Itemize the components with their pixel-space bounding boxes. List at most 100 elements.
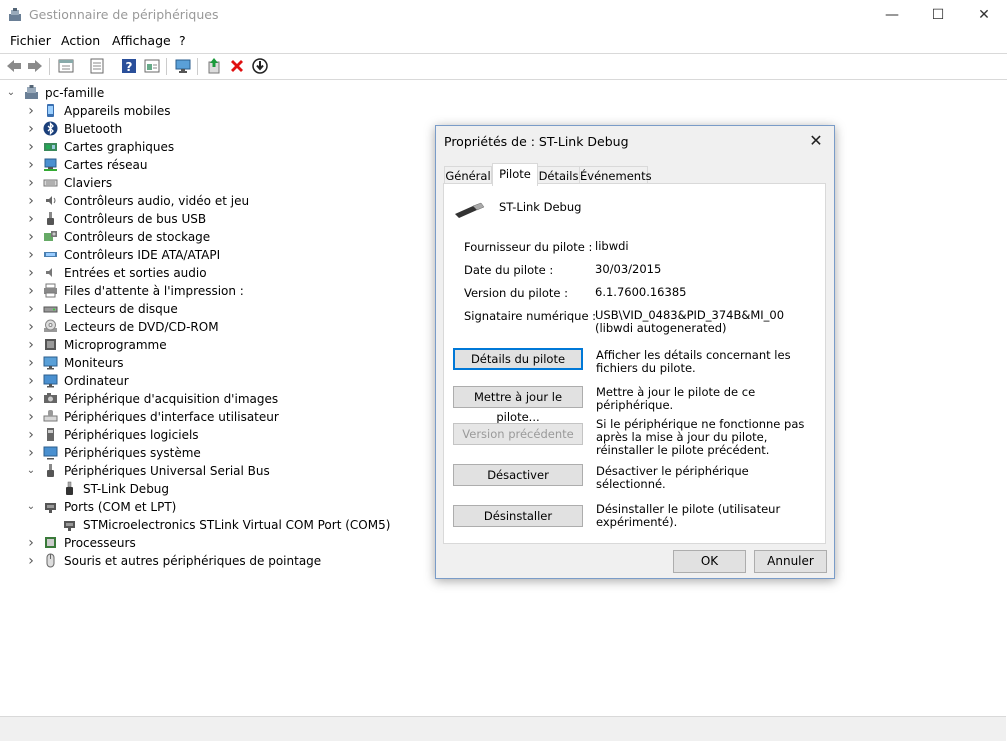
tree-item[interactable]: › Cartes graphiques [0,138,420,156]
tree-item[interactable]: › Contrôleurs audio, vidéo et jeu [0,192,420,210]
ok-button[interactable]: OK [673,550,746,573]
chevron-right-icon[interactable]: › [26,246,36,264]
menu-fichier[interactable]: Fichier [10,33,51,48]
network-adapter-icon [44,158,57,171]
chevron-right-icon[interactable]: › [26,138,36,156]
close-window-button[interactable]: ✕ [961,0,1007,30]
view-icon[interactable] [143,57,161,75]
chevron-right-icon[interactable]: › [26,552,36,570]
driver-details-button[interactable]: Détails du pilote [453,348,583,370]
chevron-right-icon[interactable]: › [26,210,36,228]
tree-item[interactable]: › Microprogramme [0,336,420,354]
chevron-right-icon[interactable]: › [26,372,36,390]
tree-item[interactable]: › Contrôleurs de stockage [0,228,420,246]
driver-version-label: Version du pilote : [464,286,569,300]
chevron-right-icon[interactable]: › [26,336,36,354]
chevron-right-icon[interactable]: › [26,354,36,372]
tree-item[interactable]: › Entrées et sorties audio [0,264,420,282]
tree-item[interactable]: › Périphériques système [0,444,420,462]
menu-action[interactable]: Action [61,33,100,48]
chevron-right-icon[interactable]: › [26,228,36,246]
tree-item[interactable]: › Cartes réseau [0,156,420,174]
chevron-right-icon[interactable]: › [26,534,36,552]
tree-item[interactable]: › Contrôleurs de bus USB [0,210,420,228]
remove-icon[interactable] [228,57,246,75]
chevron-right-icon[interactable]: › [26,282,36,300]
tree-root[interactable]: ⌄ pc-famille [0,84,300,102]
tree-item[interactable]: › Bluetooth [0,120,420,138]
tree-item[interactable]: › Souris et autres périphériques de point… [0,552,420,570]
monitor-icon[interactable] [174,57,192,75]
tree-item[interactable]: ⌄ Périphériques Universal Serial Bus [0,462,420,480]
tree-item-label: Contrôleurs de stockage [64,230,211,244]
usb-device-icon [47,464,54,477]
tree-item[interactable]: › Périphériques d'interface utilisateur [0,408,420,426]
tree-item-label: Cartes réseau [64,158,148,172]
properties-icon[interactable] [57,57,75,75]
menu-affichage[interactable]: Affichage [112,33,171,48]
chevron-right-icon[interactable]: › [26,426,36,444]
disable-device-button[interactable]: Désactiver [453,464,583,486]
chevron-down-icon[interactable]: ⌄ [26,498,36,516]
chevron-down-icon[interactable]: ⌄ [26,462,36,480]
tree-item[interactable]: › Périphérique d'acquisition d'images [0,390,420,408]
chevron-right-icon[interactable]: › [26,300,36,318]
tree-item-label: ST-Link Debug [83,482,170,496]
tree-item[interactable]: › Appareils mobiles [0,102,420,120]
update-driver-icon[interactable] [205,57,223,75]
tree-item-label: Cartes graphiques [64,140,175,154]
tree-item[interactable]: › Processeurs [0,534,420,552]
dialog-close-button[interactable]: ✕ [805,130,827,152]
tree-item[interactable]: › Périphériques logiciels [0,426,420,444]
tab-pilote[interactable]: Pilote [492,163,538,186]
chevron-right-icon[interactable]: › [26,102,36,120]
toolbar-separator [197,58,198,75]
dialog-title: Propriétés de : ST-Link Debug [444,134,629,149]
tree-item[interactable]: › Lecteurs de DVD/CD-ROM [0,318,420,336]
tree-item[interactable]: › Files d'attente à l'impression : [0,282,420,300]
tree-item[interactable]: ST-Link Debug [0,480,420,498]
driver-date-label: Date du pilote : [464,263,554,277]
tree-item[interactable]: › Lecteurs de disque [0,300,420,318]
processor-icon [45,537,56,548]
chevron-right-icon[interactable]: › [26,120,36,138]
device-name: ST-Link Debug [499,200,582,214]
toolbar-separator [166,58,167,75]
chevron-right-icon[interactable]: › [26,318,36,336]
chevron-right-icon[interactable]: › [26,390,36,408]
driver-panel: ST-Link Debug Fournisseur du pilote : li… [443,183,826,544]
minimize-button[interactable]: — [869,0,915,30]
download-icon[interactable] [251,57,269,75]
rollback-driver-button: Version précédente [453,423,583,445]
update-driver-button[interactable]: Mettre à jour le pilote... [453,386,583,424]
audio-icon [46,196,56,205]
chevron-down-icon[interactable]: ⌄ [6,84,16,102]
menu-bar: Fichier Action Affichage ? [0,30,1008,52]
chevron-right-icon[interactable]: › [26,264,36,282]
tree-item[interactable]: STMicroelectronics STLink Virtual COM Po… [0,516,420,534]
chevron-right-icon[interactable]: › [26,156,36,174]
forward-icon[interactable] [26,57,44,75]
cancel-button[interactable]: Annuler [754,550,827,573]
usb-controller-icon [47,212,54,225]
driver-provider-label: Fournisseur du pilote : [464,240,593,254]
tree-item[interactable]: › Ordinateur [0,372,420,390]
tree-item[interactable]: › Claviers [0,174,420,192]
digital-signer-label: Signataire numérique : [464,309,597,323]
chevron-right-icon[interactable]: › [26,444,36,462]
tree-item[interactable]: › Moniteurs [0,354,420,372]
maximize-button[interactable]: ☐ [915,0,961,30]
uninstall-driver-button[interactable]: Désinstaller [453,505,583,527]
chevron-right-icon[interactable]: › [26,192,36,210]
tree-item[interactable]: › Contrôleurs IDE ATA/ATAPI [0,246,420,264]
help-icon[interactable]: ? [120,57,138,75]
chevron-right-icon[interactable]: › [26,174,36,192]
tree-item[interactable]: ⌄ Ports (COM et LPT) [0,498,420,516]
back-icon[interactable] [5,57,23,75]
keyboard-icon [43,179,58,187]
toolbar-separator [49,58,50,75]
menu-help[interactable]: ? [179,33,186,48]
svg-text:?: ? [126,60,133,74]
list-icon[interactable] [88,57,106,75]
chevron-right-icon[interactable]: › [26,408,36,426]
